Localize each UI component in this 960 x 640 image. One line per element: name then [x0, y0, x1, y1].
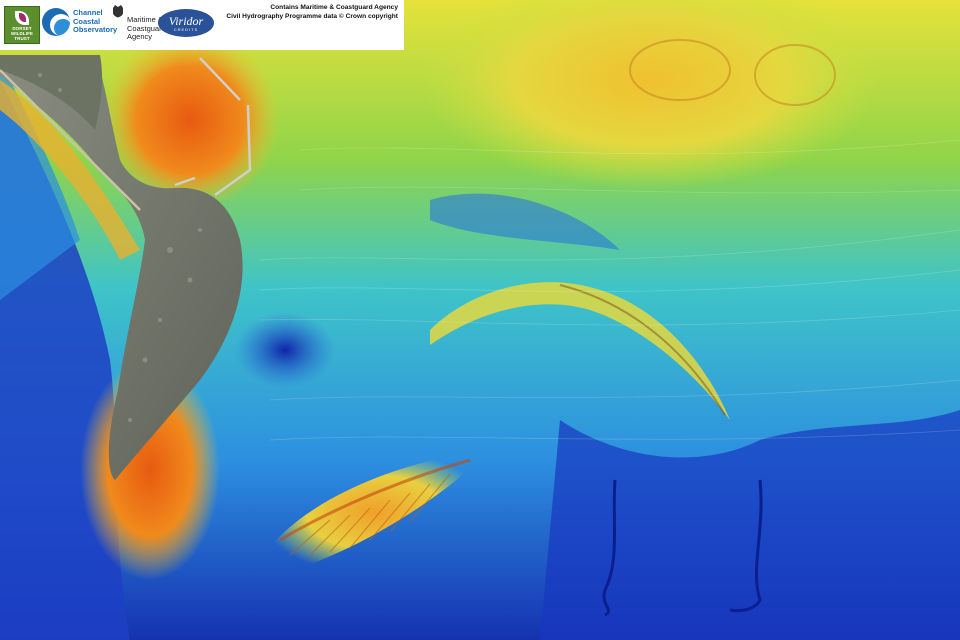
credit-line-2: Civil Hydrography Programme data © Crown… [226, 13, 398, 20]
wave-icon [42, 8, 70, 36]
bathymetry-map: DORSET WILDLIFE TRUST Channel Coastal Ob… [0, 0, 960, 640]
channel-coastal-observatory-logo: Channel Coastal Observatory [42, 8, 117, 36]
viridor-name: Viridor [168, 13, 204, 28]
bathymetry-surface [0, 0, 960, 640]
cco-line-3: Observatory [73, 25, 118, 35]
mca-line-3: Agency [127, 32, 153, 41]
credits-banner: DORSET WILDLIFE TRUST Channel Coastal Ob… [0, 0, 404, 50]
viridor-credits-logo: Viridor CREDITS [158, 9, 214, 37]
credit-line-1: Contains Maritime & Coastguard Agency [270, 4, 398, 11]
dorset-wildlife-trust-logo: DORSET WILDLIFE TRUST [4, 6, 40, 44]
viridor-sub: CREDITS [173, 26, 199, 32]
dwt-label: DORSET WILDLIFE TRUST [10, 26, 34, 41]
copyright-credits: Contains Maritime & Coastguard Agency Ci… [226, 3, 398, 21]
crown-crest-icon [113, 5, 123, 18]
